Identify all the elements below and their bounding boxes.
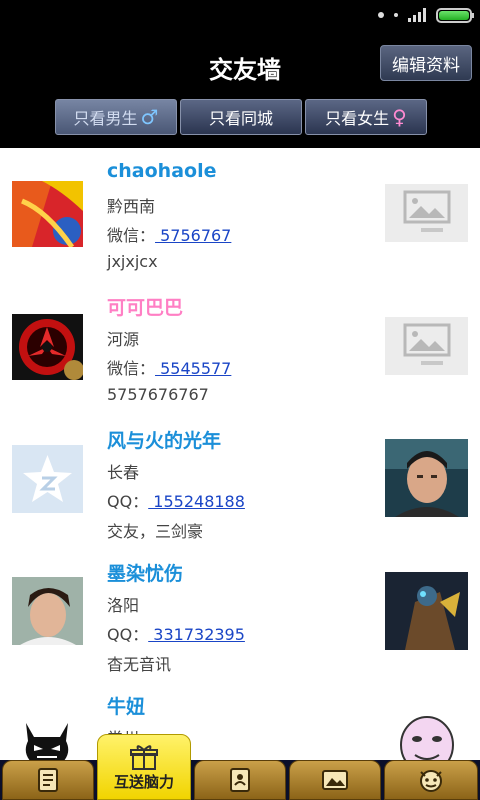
user-contact: QQ： 155248188 [107,488,245,512]
tab-profile[interactable] [384,760,478,800]
avatar[interactable] [12,713,83,760]
user-photo[interactable] [385,439,468,517]
bottom-tab-bar: 互送脑力 [0,734,480,800]
user-location: 河源 [107,330,140,349]
list-item[interactable]: chaohaole 黔西南 微信： 5756767 jxjxjcx [0,148,480,281]
contact-label: 微信： [107,359,156,378]
user-note: 交友，三剑豪 [107,522,204,541]
status-icons [378,6,474,24]
filter-bar: 只看男生 ♂ 只看同城 只看女生 ♀ [55,99,427,135]
contact-link[interactable]: 331732395 [148,625,245,644]
user-location: 洛阳 [107,596,140,615]
user-contact: 微信： 5545577 [107,355,231,379]
user-note: 杳无音讯 [107,655,172,674]
female-icon: ♀ [392,105,407,129]
user-name[interactable]: 可可巴巴 [107,293,183,320]
user-location: 长春 [107,463,140,482]
user-location: 黔西南 [107,197,156,216]
photo-placeholder[interactable] [385,184,468,242]
contact-label: QQ： [107,625,149,644]
filter-female-label: 只看女生 [325,109,390,128]
app-header: 交友墙 编辑资料 只看男生 ♂ 只看同城 只看女生 ♀ [0,30,480,148]
filter-male-label: 只看男生 [73,109,138,128]
user-photo[interactable] [385,705,468,760]
filter-same-city-label: 只看同城 [208,109,273,128]
contact-label: QQ： [107,492,149,511]
list-item[interactable]: 牛妞 常州 [0,680,480,760]
list-item[interactable]: 风与火的光年 长春 QQ： 155248188 交友，三剑豪 [0,414,480,547]
avatar[interactable] [12,577,83,645]
battery-icon [436,7,474,23]
user-contact: QQ： 331732395 [107,621,245,645]
picture-icon [322,770,348,790]
tab-gift-brainpower[interactable]: 互送脑力 [97,734,191,800]
devil-avatar-icon [12,713,83,760]
devil-face-icon [420,770,442,792]
user-name[interactable]: 风与火的光年 [107,426,221,453]
avatar[interactable] [12,445,83,513]
tab-contacts[interactable] [194,760,286,800]
user-list[interactable]: chaohaole 黔西南 微信： 5756767 jxjxjcx 可可巴巴 河… [0,148,480,760]
user-note: jxjxjcx [107,252,158,271]
user-contact: 微信： 5756767 [107,222,231,246]
gift-icon [130,744,158,770]
list-item[interactable]: 可可巴巴 河源 微信： 5545577 5757676767 [0,281,480,414]
filter-same-city-button[interactable]: 只看同城 [180,99,302,135]
filter-female-button[interactable]: 只看女生 ♀ [305,99,427,135]
tab-gift-label: 互送脑力 [113,772,174,791]
default-star-avatar-icon [12,445,83,513]
male-icon: ♂ [140,105,159,129]
signal-icon [408,8,426,22]
contact-link[interactable]: 5545577 [155,359,231,378]
user-name[interactable]: chaohaole [107,160,216,182]
image-placeholder-icon [403,323,451,365]
avatar[interactable] [12,181,83,247]
notification-dot-icon [394,13,398,17]
image-placeholder-icon [403,190,451,232]
list-item[interactable]: 墨染忧伤 洛阳 QQ： 331732395 杳无音讯 [0,547,480,680]
contact-link[interactable]: 5756767 [155,226,231,245]
status-bar [0,0,480,30]
tab-photos[interactable] [289,760,381,800]
user-name[interactable]: 墨染忧伤 [107,559,183,586]
photo-placeholder[interactable] [385,317,468,375]
user-photo[interactable] [385,572,468,650]
avatar[interactable] [12,314,83,380]
address-book-icon [230,768,250,792]
contact-link[interactable]: 155248188 [148,492,245,511]
edit-profile-button[interactable]: 编辑资料 [380,45,472,81]
notebook-icon [38,768,58,792]
notification-dot-icon [378,12,384,18]
user-name[interactable]: 牛妞 [107,692,145,719]
filter-male-button[interactable]: 只看男生 ♂ [55,99,177,135]
tab-notes[interactable] [2,760,94,800]
contact-label: 微信： [107,226,156,245]
user-note: 5757676767 [107,385,209,404]
